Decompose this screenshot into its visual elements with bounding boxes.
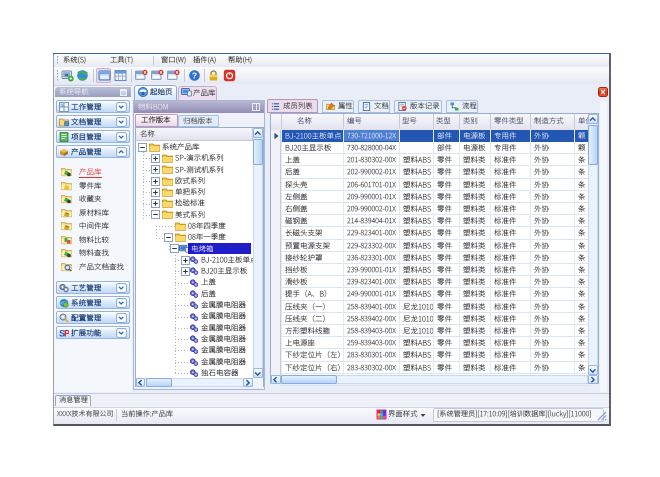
svg-text:SP: SP bbox=[59, 328, 69, 338]
svg-text:?: ? bbox=[192, 70, 197, 80]
